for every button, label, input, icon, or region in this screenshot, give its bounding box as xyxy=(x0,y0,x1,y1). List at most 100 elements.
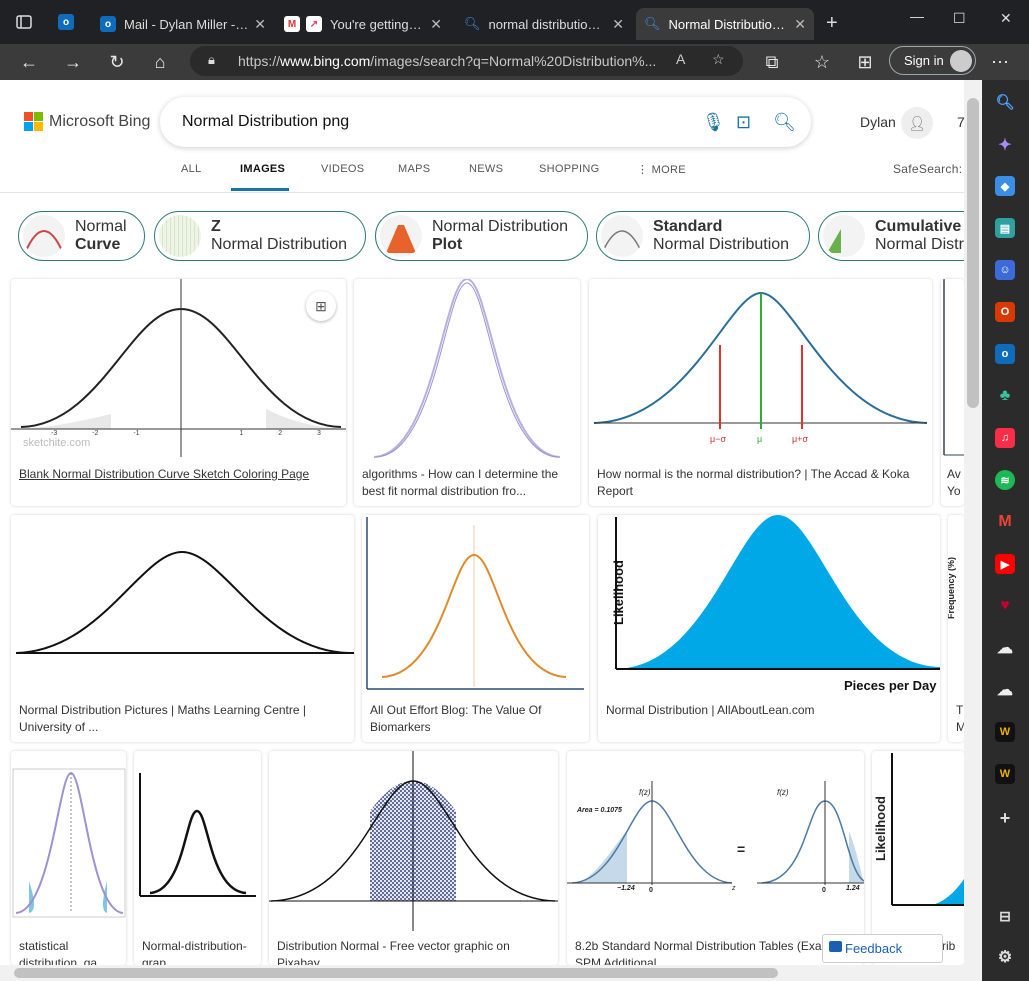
games-icon[interactable]: ☺ xyxy=(995,260,1015,280)
feedback-button[interactable]: Feedback xyxy=(822,934,943,963)
nav-images[interactable]: IMAGES xyxy=(240,163,285,175)
close-window-icon[interactable]: ✕ xyxy=(1000,10,1012,27)
result-caption[interactable]: ribu xyxy=(942,938,956,955)
address-bar[interactable]: 🔒︎ https://www.bing.com/images/search?q=… xyxy=(190,46,743,76)
tree-icon[interactable]: ♣ xyxy=(995,386,1015,406)
chip-normal-curve[interactable]: Normal Curve xyxy=(18,211,145,261)
result-card[interactable]: μ−σ μ μ+σ How normal is the normal distr… xyxy=(589,279,932,506)
tools-icon[interactable]: ▤ xyxy=(995,218,1015,238)
result-card[interactable]: Likelihood Pieces per Day Normal Distrib… xyxy=(598,515,940,742)
settings-more-icon[interactable]: ⋯ xyxy=(988,50,1012,74)
user-avatar-icon[interactable]: 👤︎ xyxy=(901,107,933,139)
bing-logo[interactable]: Microsoft Bing xyxy=(24,112,150,131)
visual-search-icon[interactable]: ⊡ xyxy=(736,112,751,133)
result-card[interactable]: statistical distribution, qa xyxy=(11,751,126,965)
iheart-icon[interactable]: ♥ xyxy=(995,596,1015,616)
result-card[interactable]: Frequency (%) T M xyxy=(948,515,964,742)
result-image[interactable]: Likelihood Pieces per Day xyxy=(598,515,940,695)
result-caption[interactable]: Distribution Normal - Free vector graphi… xyxy=(277,938,550,965)
w-app-icon[interactable]: W xyxy=(995,722,1015,742)
result-image[interactable] xyxy=(11,515,354,695)
result-image[interactable]: Likelihood xyxy=(872,751,964,931)
cloud-icon[interactable]: ☁ xyxy=(995,638,1015,658)
gmail-icon[interactable]: M xyxy=(995,512,1015,532)
close-tab-icon[interactable]: ✕ xyxy=(794,16,806,33)
result-card[interactable]: sketchite.com -3 -2 -1 1 2 3 ⊞ Blank Normal D… xyxy=(11,279,346,506)
result-image[interactable] xyxy=(941,279,964,459)
home-icon[interactable]: ⌂ xyxy=(148,50,172,74)
result-caption[interactable]: statistical distribution, qa xyxy=(19,938,118,965)
refresh-icon[interactable]: ↻ xyxy=(105,50,129,74)
tab-search-1[interactable]: 🔍︎ normal distribution pr ✕ xyxy=(456,8,632,40)
w-app-icon[interactable]: W xyxy=(995,764,1015,784)
result-caption[interactable]: Ave You xyxy=(947,466,961,500)
result-caption[interactable]: Normal-distribution-grap xyxy=(142,938,253,965)
result-image[interactable] xyxy=(134,751,261,931)
outlook-pinned-tab-icon[interactable]: o xyxy=(58,14,74,30)
new-tab-icon[interactable]: + xyxy=(826,12,838,35)
nav-maps[interactable]: MAPS xyxy=(398,163,430,175)
collections-icon[interactable]: ⊞ xyxy=(853,50,877,74)
result-image[interactable] xyxy=(269,751,558,931)
nav-news[interactable]: NEWS xyxy=(469,163,503,175)
read-aloud-icon[interactable]: A xyxy=(676,51,685,67)
result-caption[interactable]: algorithms - How can I determine the bes… xyxy=(362,466,572,500)
close-tab-icon[interactable]: ✕ xyxy=(254,16,266,33)
spotify-icon[interactable]: ≋ xyxy=(995,470,1015,490)
result-card[interactable]: All Out Effort Blog: The Value Of Biomar… xyxy=(362,515,589,742)
result-image[interactable]: Frequency (%) xyxy=(948,515,964,695)
chip-cumulative-normal-distribution[interactable]: Cumulative Normal Distri xyxy=(818,211,988,261)
result-image[interactable] xyxy=(11,751,126,931)
minimize-icon[interactable]: — xyxy=(910,8,924,24)
result-image[interactable]: sketchite.com -3 -2 -1 1 2 3 ⊞ xyxy=(11,279,346,459)
add-sidebar-app-icon[interactable]: + xyxy=(995,808,1015,828)
nav-more[interactable]: ⋮ MORE xyxy=(637,163,686,176)
result-card[interactable]: Area = 0.1075 f(z) f(z) −1.24 0 z = 0 1.… xyxy=(567,751,864,965)
copilot-icon[interactable]: ✦ xyxy=(995,135,1015,155)
cloud-icon[interactable]: ☁ xyxy=(995,680,1015,700)
shopping-tag-icon[interactable]: ◆ xyxy=(995,176,1015,196)
safesearch[interactable]: SafeSearch: xyxy=(893,162,962,176)
nav-all[interactable]: ALL xyxy=(181,163,201,175)
result-caption[interactable]: Normal Distribution Pictures | Maths Lea… xyxy=(19,702,346,736)
user-name[interactable]: Dylan xyxy=(860,114,896,130)
result-caption[interactable]: Normal Distribution | AllAboutLean.com xyxy=(606,702,932,719)
office-icon[interactable]: O xyxy=(995,302,1015,322)
tab-mail[interactable]: o Mail - Dylan Miller - O ✕ xyxy=(92,8,274,40)
extensions-icon[interactable]: ⧉ xyxy=(760,50,784,74)
result-card[interactable]: algorithms - How can I determine the bes… xyxy=(354,279,580,506)
result-card[interactable]: Normal-distribution-grap xyxy=(134,751,261,965)
search-icon[interactable]: 🔍︎ xyxy=(995,92,1015,112)
back-icon[interactable]: ← xyxy=(17,50,41,74)
result-caption[interactable]: Blank Normal Distribution Curve Sketch C… xyxy=(19,466,338,483)
result-card[interactable]: Normal Distribution Pictures | Maths Lea… xyxy=(11,515,354,742)
close-tab-icon[interactable]: ✕ xyxy=(612,16,624,33)
result-image[interactable] xyxy=(362,515,589,695)
result-caption[interactable]: How normal is the normal distribution? |… xyxy=(597,466,924,500)
result-card[interactable]: Ave You xyxy=(941,279,964,506)
youtube-icon[interactable]: ▶ xyxy=(995,554,1015,574)
result-image[interactable] xyxy=(354,279,580,459)
nav-shopping[interactable]: SHOPPING xyxy=(539,163,599,175)
result-caption[interactable]: All Out Effort Blog: The Value Of Biomar… xyxy=(370,702,581,736)
outlook-icon[interactable]: o xyxy=(995,344,1015,364)
maximize-icon[interactable]: ☐ xyxy=(953,10,966,27)
horizontal-scrollbar-thumb[interactable] xyxy=(14,968,778,978)
result-card[interactable]: Distribution Normal - Free vector graphi… xyxy=(269,751,558,965)
search-icon[interactable]: 🔍︎ xyxy=(773,112,796,133)
result-caption[interactable]: 8.2b Standard Normal Distribution Tables… xyxy=(575,938,856,965)
vertical-scrollbar-thumb[interactable] xyxy=(967,98,979,408)
music-icon[interactable]: ♫ xyxy=(995,428,1015,448)
chip-normal-distribution-plot[interactable]: Normal Distribution Plot xyxy=(375,211,588,261)
result-caption[interactable]: T M xyxy=(956,702,964,736)
split-screen-icon[interactable]: ⊟ xyxy=(995,906,1015,926)
nav-videos[interactable]: VIDEOS xyxy=(321,163,364,175)
microphone-icon[interactable]: 🎙︎ xyxy=(702,112,725,133)
close-tab-icon[interactable]: ✕ xyxy=(430,16,442,33)
chip-z-normal-distribution[interactable]: Z Normal Distribution xyxy=(154,211,366,261)
sign-in-button[interactable]: Sign in xyxy=(889,46,976,75)
tab-search-active[interactable]: 🔍︎ Normal Distribution p ✕ xyxy=(636,8,814,40)
favorites-icon[interactable]: ☆ xyxy=(810,50,834,74)
forward-icon[interactable]: → xyxy=(61,50,85,74)
result-card[interactable]: Likelihood ribu xyxy=(872,751,964,965)
